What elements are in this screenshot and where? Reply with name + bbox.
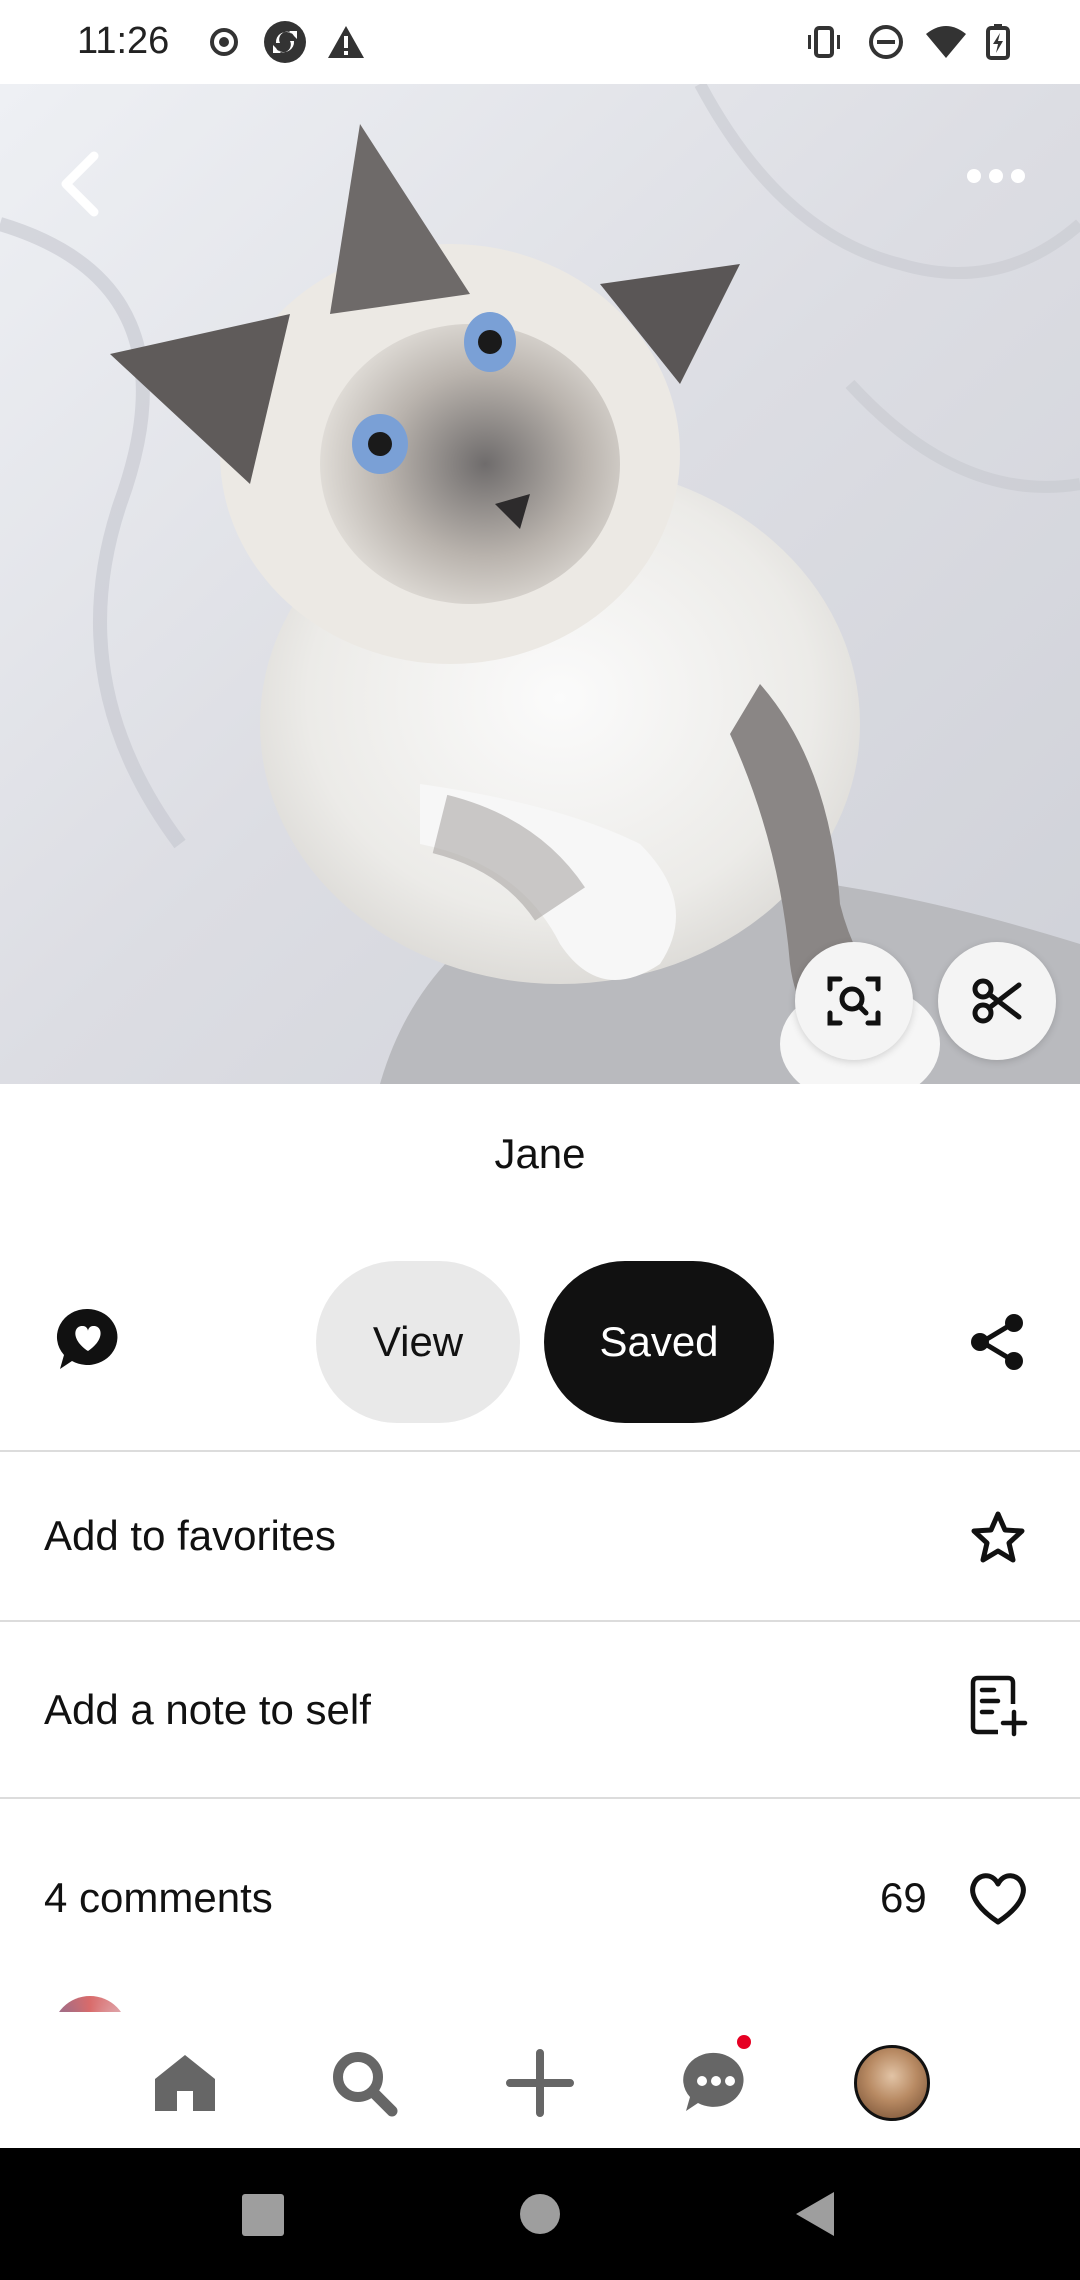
back-triangle-icon[interactable] <box>794 2190 836 2238</box>
likes-count: 69 <box>880 1874 927 1921</box>
search-icon[interactable] <box>328 2047 400 2119</box>
record-icon <box>210 28 238 56</box>
back-button[interactable] <box>52 148 108 220</box>
saved-button[interactable]: Saved <box>544 1261 774 1423</box>
do-not-disturb-icon <box>869 25 903 59</box>
heart-icon[interactable] <box>966 1868 1030 1928</box>
note-add-icon[interactable] <box>968 1674 1028 1738</box>
comments-count: 4 comments <box>44 1874 273 1921</box>
recents-icon[interactable] <box>242 2194 284 2236</box>
visual-search-icon <box>827 976 881 1026</box>
plus-icon[interactable] <box>504 2047 576 2119</box>
notification-dot <box>737 2035 751 2049</box>
system-nav-bar <box>0 2148 1080 2280</box>
status-time: 11:26 <box>77 20 170 62</box>
messages-icon[interactable] <box>680 2047 752 2119</box>
star-icon[interactable] <box>968 1506 1028 1570</box>
home-circle-icon[interactable] <box>520 2194 560 2234</box>
profile-avatar[interactable] <box>854 2045 930 2121</box>
add-note-label: Add a note to self <box>44 1686 371 1733</box>
sync-icon <box>264 21 306 63</box>
divider <box>0 1620 1080 1622</box>
share-button[interactable] <box>968 1312 1028 1372</box>
cutout-button[interactable] <box>938 942 1056 1060</box>
more-options-button[interactable] <box>964 152 1028 200</box>
divider <box>0 1450 1080 1452</box>
battery-charging-icon <box>986 24 1010 60</box>
comment-button[interactable] <box>54 1305 122 1373</box>
warning-icon <box>328 26 364 58</box>
view-button[interactable]: View <box>316 1261 520 1423</box>
wifi-icon <box>926 26 966 58</box>
cat-photo <box>0 84 1080 1084</box>
add-to-favorites-label: Add to favorites <box>44 1512 336 1559</box>
pin-image[interactable] <box>0 84 1080 1084</box>
home-icon[interactable] <box>149 2047 221 2119</box>
visual-search-button[interactable] <box>795 942 913 1060</box>
pin-title: Jane <box>494 1130 586 1177</box>
scissors-icon <box>972 978 1022 1024</box>
vibrate-icon <box>808 26 840 58</box>
divider <box>0 1797 1080 1799</box>
status-bar: 11:26 <box>0 0 1080 84</box>
